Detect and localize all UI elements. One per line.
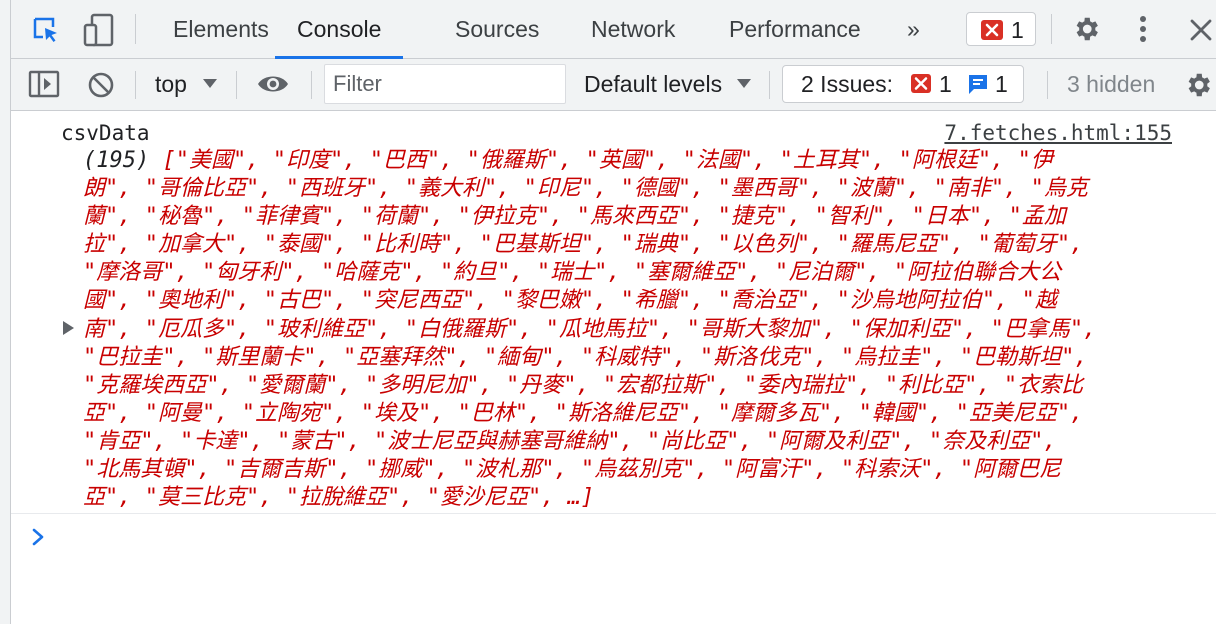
issues-message-count: 1 (995, 71, 1008, 97)
console-prompt-input[interactable] (55, 519, 1195, 559)
toolbar-separator (236, 71, 237, 99)
array-line: ["美國", "印度", "巴西", "俄羅斯", "英國", "法國", "土… (162, 148, 1053, 173)
console-output: csvData 7.fetches.html:155 (195) ["美國", … (11, 111, 1216, 624)
array-line: 拉", "加拿大", "泰國", "比利時", "巴基斯坦", "瑞典", "以… (83, 232, 1084, 258)
array-preview[interactable]: (195) ["美國", "印度", "巴西", "俄羅斯", "英國", "法… (83, 147, 1183, 512)
filter-input[interactable] (325, 65, 553, 103)
clear-console-icon[interactable] (87, 71, 115, 99)
tab-separator (135, 14, 136, 44)
toolbar-separator (769, 71, 770, 99)
context-selector[interactable]: top (155, 59, 187, 110)
console-toolbar: top Default levels 2 Issues: 1 1 3 hidde… (11, 59, 1216, 111)
settings-gear-icon[interactable] (1071, 14, 1101, 44)
issues-button[interactable]: 2 Issues: 1 1 (782, 65, 1024, 103)
console-log-message: csvData 7.fetches.html:155 (195) ["美國", … (11, 111, 1216, 514)
live-expression-eye-icon[interactable] (256, 72, 290, 96)
error-icon (981, 20, 1003, 40)
left-panel-edge (0, 0, 11, 624)
array-line: 亞", "阿曼", "立陶宛", "埃及", "巴林", "斯洛維尼亞", "摩… (83, 400, 1084, 426)
log-levels-value: Default levels (584, 71, 723, 97)
sidebar-toggle-icon[interactable] (28, 70, 60, 98)
tab-separator (1051, 14, 1052, 44)
array-line: "巴拉圭", "斯里蘭卡", "亞塞拜然", "緬甸", "科威特", "斯洛伐… (83, 344, 1088, 370)
error-count: 1 (1011, 17, 1024, 43)
log-levels-dropdown[interactable]: Default levels (584, 59, 722, 110)
context-selector-value: top (155, 71, 187, 97)
chevron-down-icon (203, 79, 217, 88)
tab-elements[interactable]: Elements (173, 0, 269, 58)
close-icon[interactable] (1189, 18, 1213, 42)
error-count-badge[interactable]: 1 (966, 12, 1036, 46)
issues-label: 2 Issues: (801, 71, 894, 97)
tab-performance[interactable]: Performance (729, 0, 861, 58)
array-line: 國", "奧地利", "古巴", "突尼西亞", "黎巴嫩", "希臘", "喬… (83, 288, 1057, 314)
device-toolbar-icon[interactable] (83, 13, 115, 47)
array-length: (195) (83, 148, 150, 173)
toolbar-separator (1047, 71, 1048, 99)
devtools-tab-bar: Elements Console Sources Network Perform… (11, 0, 1216, 59)
toolbar-separator (311, 71, 312, 99)
array-line: 蘭", "秘魯", "菲律賓", "荷蘭", "伊拉克", "馬來西亞", "捷… (83, 204, 1066, 230)
tab-sources[interactable]: Sources (455, 0, 539, 58)
console-prompt-chevron-icon (32, 528, 44, 546)
error-icon (911, 74, 931, 93)
inspect-element-icon[interactable] (31, 15, 61, 45)
hidden-messages-count: 3 hidden (1067, 71, 1156, 97)
tab-console[interactable]: Console (275, 0, 404, 59)
filter-field[interactable] (324, 64, 566, 104)
array-line: "肯亞", "卡達", "蒙古", "波士尼亞與赫塞哥維納", "尚比亞", "… (83, 428, 1057, 454)
log-label: csvData (61, 121, 150, 145)
source-link[interactable]: 7.fetches.html:155 (944, 119, 1172, 147)
array-line: 亞", "莫三比克", "拉脫維亞", "愛沙尼亞", …] (83, 485, 595, 511)
array-line: "摩洛哥", "匈牙利", "哈薩克", "約旦", "瑞士", "塞爾維亞",… (83, 260, 1062, 286)
array-line: "克羅埃西亞", "愛爾蘭", "多明尼加", "丹麥", "宏都拉斯", "委… (83, 372, 1084, 398)
chevron-down-icon (737, 79, 751, 88)
array-line: 朗", "哥倫比亞", "西班牙", "義大利", "印尼", "德國", "墨… (83, 176, 1088, 202)
console-settings-gear-icon[interactable] (1183, 70, 1213, 100)
issues-error-count: 1 (939, 71, 952, 97)
array-line: 南", "厄瓜多", "玻利維亞", "白俄羅斯", "瓜地馬拉", "哥斯大黎… (83, 316, 1097, 342)
expand-triangle-icon[interactable] (63, 321, 74, 335)
message-icon (969, 75, 987, 94)
array-line: "北馬其頓", "吉爾吉斯", "挪威", "波札那", "烏茲別克", "阿富… (83, 457, 1062, 483)
toolbar-separator (135, 71, 136, 99)
tab-network[interactable]: Network (591, 0, 675, 58)
more-options-icon[interactable] (1133, 14, 1153, 44)
more-tabs-button[interactable]: » (907, 0, 920, 58)
